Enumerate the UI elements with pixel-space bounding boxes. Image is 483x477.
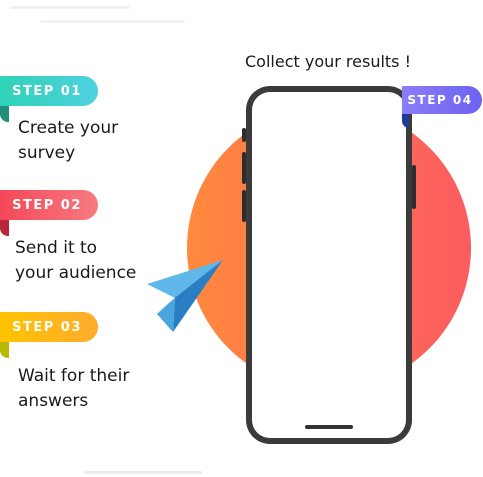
step-02-text-line1: Send it to <box>15 238 98 258</box>
step-01-badge: STEP 01 <box>0 76 98 122</box>
decorative-line-bottom <box>84 471 202 474</box>
step-03-label: STEP 03 <box>12 319 82 335</box>
phone-power-button <box>412 165 416 209</box>
step-03-badge: STEP 03 <box>0 312 98 358</box>
phone-home-bar <box>305 425 353 429</box>
step-02-badge: STEP 02 <box>0 190 98 236</box>
decorative-line-top-2 <box>40 20 185 23</box>
step-04-badge: STEP 04 <box>402 86 482 128</box>
step-02-ribbon-fold <box>0 220 9 236</box>
step-04-ribbon-fold <box>402 114 409 128</box>
step-01-label: STEP 01 <box>12 83 82 99</box>
step-02-text-line2: your audience <box>15 263 137 283</box>
step-02-text: Send it to your audience <box>15 236 136 286</box>
step-03-text-line1: Wait for their <box>18 366 130 386</box>
step-03-text-line2: answers <box>18 391 89 411</box>
step-01-text: Create your survey <box>18 116 118 166</box>
step-03-ribbon-fold <box>0 342 9 358</box>
step-01-text-line1: Create your <box>18 118 119 138</box>
phone-screen <box>252 92 406 438</box>
step-04-label: STEP 04 <box>407 93 473 107</box>
decorative-line-top <box>10 6 130 9</box>
paper-plane-icon <box>147 260 223 332</box>
step-01-ribbon-fold <box>0 106 9 122</box>
page-title: Collect your results ! <box>245 52 412 71</box>
step-02-label: STEP 02 <box>12 197 82 213</box>
step-03-text: Wait for their answers <box>18 364 129 414</box>
step-01-text-line2: survey <box>18 143 76 163</box>
